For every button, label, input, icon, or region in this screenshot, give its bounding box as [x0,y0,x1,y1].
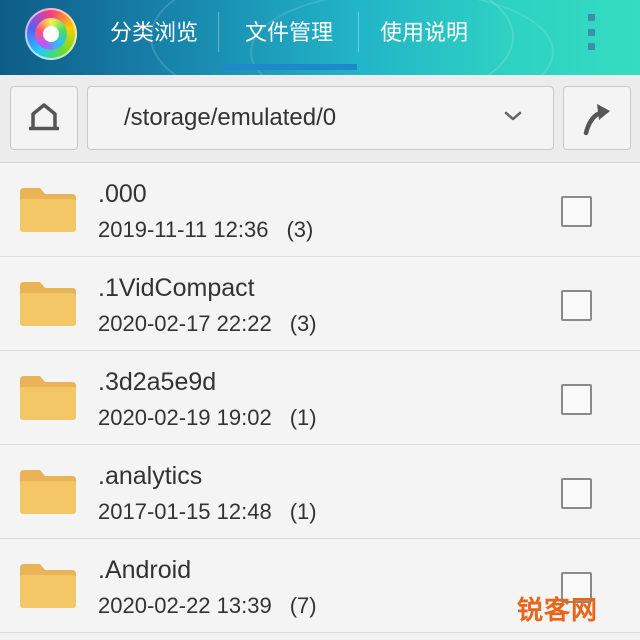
file-name: .Android [98,556,192,584]
path-dropdown[interactable]: /storage/emulated/0 [87,86,554,150]
list-item[interactable]: .000 2019-11-11 12:36 (3) [0,163,640,257]
file-count: (7) [289,593,317,618]
file-meta: 2017-01-15 12:48 (1) [98,499,317,525]
file-meta: 2020-02-19 19:02 (1) [98,405,317,431]
file-meta: 2020-02-22 13:39 (7) [98,593,317,619]
folder-icon [20,282,76,326]
app-header: 分类浏览 文件管理 使用说明 [0,0,640,75]
home-button[interactable] [10,86,78,150]
folder-icon [20,470,76,514]
select-checkbox[interactable] [561,290,592,321]
list-item[interactable]: .1VidCompact 2020-02-17 22:22 (3) [0,257,640,351]
file-date: 2020-02-19 19:02 [98,405,272,430]
file-count: (1) [289,405,317,430]
file-date: 2019-11-11 12:36 [98,217,269,242]
tab-divider [218,12,219,52]
file-list: .000 2019-11-11 12:36 (3) .1VidCompact 20… [0,163,640,633]
folder-icon [20,564,76,608]
tab-instructions[interactable]: 使用说明 [362,0,486,66]
select-checkbox[interactable] [561,196,592,227]
file-name: .1VidCompact [98,274,255,302]
app-logo-icon[interactable] [25,8,77,60]
file-name: .000 [98,180,147,208]
tab-divider [358,12,359,52]
watermark: 锐客网 [517,595,599,625]
list-item[interactable]: .analytics 2017-01-15 12:48 (1) [0,445,640,539]
active-tab-indicator [222,64,357,70]
folder-icon [20,188,76,232]
tab-file-management[interactable]: 文件管理 [222,0,356,66]
file-count: (3) [286,217,314,242]
file-date: 2017-01-15 12:48 [98,499,272,524]
select-checkbox[interactable] [561,478,592,509]
list-item[interactable]: .3d2a5e9d 2020-02-19 19:02 (1) [0,351,640,445]
file-meta: 2019-11-11 12:36 (3) [98,217,313,243]
file-count: (1) [289,499,317,524]
up-arrow-icon [583,104,610,136]
file-meta: 2020-02-17 22:22 (3) [98,311,317,337]
file-date: 2020-02-17 22:22 [98,311,272,336]
file-name: .analytics [98,462,203,490]
parent-directory-button[interactable] [563,86,631,150]
current-path: /storage/emulated/0 [124,104,337,131]
tab-category-browse[interactable]: 分类浏览 [92,0,216,66]
path-bar: /storage/emulated/0 [0,75,640,163]
chevron-down-icon [504,111,522,121]
select-checkbox[interactable] [561,384,592,415]
file-name: .3d2a5e9d [98,368,217,396]
file-count: (3) [289,311,317,336]
folder-icon [20,376,76,420]
file-date: 2020-02-22 13:39 [98,593,272,618]
home-icon [29,103,59,131]
overflow-menu-icon[interactable] [580,14,602,50]
